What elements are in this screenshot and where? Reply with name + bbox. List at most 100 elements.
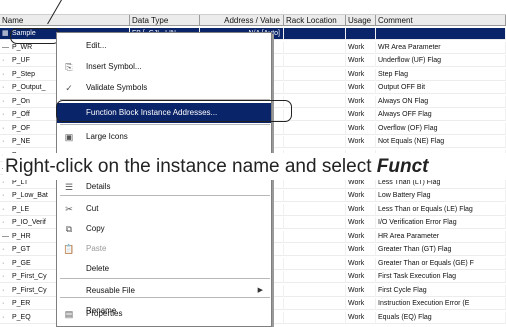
cell-rack: [284, 41, 346, 54]
cell-rack: [284, 136, 346, 148]
cell-rack: [284, 257, 346, 270]
properties-icon: ▤: [64, 309, 74, 319]
cell-usage: Work: [346, 298, 376, 310]
row-type-icon: —: [2, 43, 9, 51]
paste-icon: 📋: [63, 244, 75, 254]
menu-separator: [60, 297, 270, 299]
instance-name-callout-box: [10, 28, 60, 44]
cell-usage: Work: [346, 122, 376, 135]
cell-comment: Equals (EQ) Flag: [376, 311, 506, 324]
table-header: Name Data Type Address / Value Rack Loca…: [0, 14, 506, 26]
row-type-icon: ·: [2, 205, 5, 213]
cell-usage: [346, 28, 376, 40]
menu-item-details[interactable]: ☰ Details: [57, 177, 271, 197]
cell-rack: [284, 82, 346, 94]
cell-comment: I/O Verification Error Flag: [376, 217, 506, 229]
cell-comment: Overflow (OF) Flag: [376, 122, 506, 135]
menu-item-copy[interactable]: ⧉ Copy: [57, 219, 271, 239]
copy-icon: ⧉: [65, 224, 73, 234]
row-type-icon: —: [2, 232, 9, 240]
cell-comment: Not Equals (NE) Flag: [376, 136, 506, 148]
menu-icon-slot: [63, 40, 75, 52]
row-type-icon: ·: [2, 138, 5, 145]
cell-usage: Work: [346, 82, 376, 94]
menu-item-label: Paste: [86, 244, 107, 253]
cell-usage: Work: [346, 257, 376, 270]
cell-comment: Always OFF Flag: [376, 109, 506, 121]
cell-usage: Work: [346, 311, 376, 324]
caption-text: Right-click on the instance name and sel…: [5, 156, 377, 177]
menu-item-label: Validate Symbols: [86, 83, 148, 92]
menu-item-delete[interactable]: Delete: [57, 259, 271, 279]
menu-item-label: Large Icons: [86, 132, 128, 141]
cell-usage: Work: [346, 109, 376, 121]
menu-item-validate-symbols[interactable]: ✓ Validate Symbols: [57, 78, 271, 98]
cell-comment: Step Flag: [376, 68, 506, 81]
large-icons-icon: ▣: [64, 132, 74, 142]
menu-item-paste[interactable]: 📋 Paste: [57, 239, 271, 259]
row-type-icon: ·: [2, 300, 5, 307]
menu-item-large-icons[interactable]: ▣ Large Icons: [57, 127, 271, 147]
column-header-address-value[interactable]: Address / Value: [200, 15, 284, 26]
column-header-name[interactable]: Name: [0, 15, 130, 26]
cell-comment: Low Battery Flag: [376, 190, 506, 202]
row-type-icon: ·: [2, 259, 5, 267]
column-header-usage[interactable]: Usage: [346, 15, 376, 26]
cell-comment: First Cycle Flag: [376, 284, 506, 297]
cell-rack: [284, 122, 346, 135]
row-type-icon: ·: [2, 286, 5, 294]
cell-usage: Work: [346, 190, 376, 202]
cell-comment: Underflow (UF) Flag: [376, 55, 506, 67]
menu-item-label: Copy: [86, 224, 105, 233]
row-type-icon: ·: [2, 70, 5, 78]
row-type-icon: ·: [2, 313, 5, 321]
cell-usage: Work: [346, 41, 376, 54]
cell-rack: [284, 284, 346, 297]
menu-icon-slot: [63, 285, 75, 297]
menu-item-properties[interactable]: ▤ Properties: [57, 304, 271, 324]
menu-separator: [60, 278, 270, 280]
validate-symbols-icon: ✓: [65, 83, 73, 93]
cell-rack: [284, 217, 346, 229]
menu-separator: [60, 195, 270, 197]
cell-comment: WR Area Parameter: [376, 41, 506, 54]
cell-usage: Work: [346, 217, 376, 229]
cell-rack: [284, 203, 346, 216]
column-header-data-type[interactable]: Data Type: [130, 15, 200, 26]
cell-rack: [284, 230, 346, 243]
row-type-icon: ·: [2, 124, 5, 132]
cell-comment: Less Than or Equals (LE) Flag: [376, 203, 506, 216]
cell-comment: Always ON Flag: [376, 95, 506, 108]
row-type-icon: ·: [2, 246, 5, 253]
menu-item-label: Edit...: [86, 41, 107, 50]
cell-comment: Greater Than (GT) Flag: [376, 244, 506, 256]
menu-icon-slot: [63, 263, 75, 275]
cell-rack: [284, 271, 346, 283]
caption-emphasis: Funct: [376, 156, 429, 177]
menu-separator: [60, 124, 270, 126]
row-type-icon: ·: [2, 219, 5, 226]
cell-usage: Work: [346, 95, 376, 108]
row-type-icon: ·: [2, 111, 5, 118]
cell-comment: Output OFF Bit: [376, 82, 506, 94]
row-type-icon: ·: [2, 57, 5, 64]
column-header-rack-location[interactable]: Rack Location: [284, 15, 346, 26]
row-type-icon: ·: [2, 97, 5, 105]
menu-item-insert-symbol[interactable]: ⎘ Insert Symbol...: [57, 57, 271, 77]
cell-rack: [284, 28, 346, 40]
menu-item-edit[interactable]: Edit...: [57, 36, 271, 56]
cell-rack: [284, 95, 346, 108]
cell-comment: First Task Execution Flag: [376, 271, 506, 283]
cell-rack: [284, 55, 346, 67]
instruction-caption: Right-click on the instance name and sel…: [3, 153, 506, 180]
cell-usage: Work: [346, 230, 376, 243]
cut-icon: ✂: [65, 204, 73, 214]
cell-rack: [284, 311, 346, 324]
row-type-icon: ·: [2, 192, 5, 199]
cell-usage: Work: [346, 271, 376, 283]
menu-item-cut[interactable]: ✂ Cut: [57, 199, 271, 219]
cell-comment: Instruction Execution Error (E: [376, 298, 506, 310]
menu-item-label: Insert Symbol...: [86, 62, 142, 71]
column-header-comment[interactable]: Comment: [376, 15, 506, 26]
cell-usage: Work: [346, 68, 376, 81]
